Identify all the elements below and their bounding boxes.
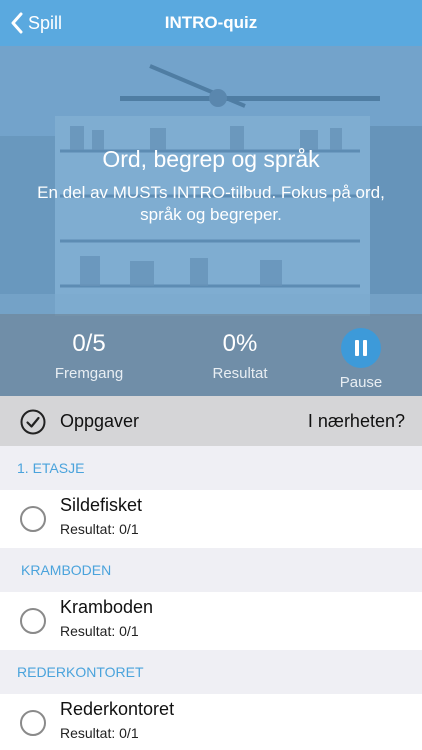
- result-value: 0%: [222, 330, 258, 357]
- radio-circle-icon: [20, 506, 46, 532]
- progress-value: 0/5: [72, 330, 106, 357]
- item-result: Resultat: 0/1: [60, 623, 139, 639]
- item-title: Kramboden: [60, 597, 154, 617]
- quiz-header-image: Ord, begrep og språk En del av MUSTs INT…: [0, 46, 422, 396]
- item-result: Resultat: 0/1: [60, 521, 139, 537]
- result-label: Resultat: [212, 365, 268, 382]
- item-title: Sildefisket: [60, 495, 143, 515]
- progress-label: Fremgang: [54, 365, 124, 382]
- checkmark-circle-icon: [20, 409, 46, 435]
- navigation-bar: Spill INTRO-quiz: [0, 0, 422, 46]
- section-header: REDERKONTORET: [0, 650, 422, 694]
- result-stat: 0% Resultat: [175, 330, 305, 382]
- page-title: INTRO-quiz: [164, 13, 258, 32]
- section-header-label: REDERKONTORET: [17, 664, 144, 680]
- progress-stat: 0/5 Fremgang: [24, 330, 154, 382]
- radio-circle-icon: [20, 608, 46, 634]
- section-header: 1. ETASJE: [0, 446, 422, 490]
- quiz-title: Ord, begrep og språk: [102, 146, 320, 172]
- section-header-label: KRAMBODEN: [21, 562, 112, 578]
- tasks-label: Oppgaver: [60, 411, 140, 431]
- list-item-rederkontoret[interactable]: Rederkontoret Resultat: 0/1: [0, 694, 422, 750]
- radio-circle-icon: [20, 710, 46, 736]
- list-item-sildefisket[interactable]: Sildefisket Resultat: 0/1: [0, 490, 422, 548]
- item-result: Resultat: 0/1: [60, 725, 139, 741]
- section-header-label: 1. ETASJE: [17, 460, 85, 476]
- item-title: Rederkontoret: [60, 699, 175, 719]
- nearby-toggle[interactable]: I nærheten?: [308, 411, 405, 432]
- pause-button[interactable]: [341, 328, 381, 368]
- quiz-description: En del av MUSTs INTRO-tilbud. Fokus på o…: [37, 183, 385, 224]
- section-header: KRAMBODEN: [0, 548, 422, 592]
- quiz-stats-bar: 0/5 Fremgang 0% Resultat Pause: [0, 314, 422, 396]
- list-item-kramboden[interactable]: Kramboden Resultat: 0/1: [0, 592, 422, 650]
- pause-label: Pause: [339, 374, 383, 391]
- task-filter-bar: Oppgaver I nærheten?: [0, 396, 422, 446]
